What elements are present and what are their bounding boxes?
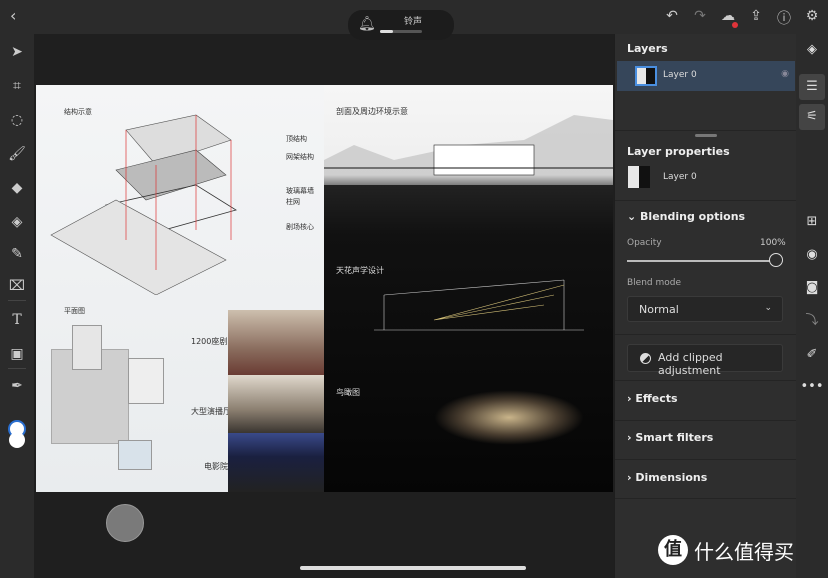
blending-options-header[interactable]: ⌄ Blending options xyxy=(627,210,745,223)
acoustic-section-drawing xyxy=(374,279,584,331)
layers-panel: Layers Layer 0 ◉ Layer properties Layer … xyxy=(614,34,797,578)
home-indicator xyxy=(300,566,526,570)
settings-icon[interactable]: ⚙ xyxy=(804,8,820,28)
transform-icon[interactable]: ⌗ xyxy=(0,78,34,94)
section-drawing xyxy=(324,115,613,185)
touch-shortcut-button[interactable] xyxy=(106,504,144,542)
structure-label: 网架结构 xyxy=(286,153,314,161)
layer-thumbnail xyxy=(635,66,657,86)
crop-icon[interactable]: ⌧ xyxy=(0,278,34,294)
document-image: 结构示意 顶结构 网架结构 玻璃幕墙 柱网 剧场核心 平面图 1200座剧院 大… xyxy=(36,85,613,492)
blend-mode-select[interactable]: Normal ⌄ xyxy=(627,296,783,322)
cloud-sync-error-icon[interactable]: ☁ xyxy=(720,8,738,28)
ringer-hud: 🔔︎ 铃声 xyxy=(348,10,454,40)
layers-icon[interactable]: ◈ xyxy=(799,37,825,63)
healing-icon[interactable]: ✎ xyxy=(0,246,34,262)
chevron-down-icon: ⌄ xyxy=(764,303,772,313)
cinema-photo xyxy=(228,433,324,492)
watermark-logo: 值 xyxy=(658,535,688,565)
watermark: 值什么值得买 xyxy=(658,535,794,565)
error-badge xyxy=(732,22,738,28)
left-toolbar: ➤ ⌗ ◌ 🖌︎ ◆ ◈ ✎ ⌧ T ▣ ✒ xyxy=(0,34,34,578)
chevron-down-icon: ⌄ xyxy=(627,210,641,223)
eraser-icon[interactable]: ◆ xyxy=(0,180,34,196)
opacity-slider-knob[interactable] xyxy=(769,253,783,267)
layer-properties-title: Layer properties xyxy=(627,145,730,158)
type-icon[interactable]: T xyxy=(0,312,34,328)
structure-label: 顶结构 xyxy=(286,135,307,143)
opacity-label: Opacity xyxy=(627,238,662,248)
plan-title: 平面图 xyxy=(64,307,85,315)
place-image-icon[interactable]: ▣ xyxy=(0,346,34,362)
help-icon[interactable]: ⓘ xyxy=(776,8,792,28)
fx-icon[interactable]: ✐ xyxy=(799,342,825,368)
structure-label: 玻璃幕墙 xyxy=(286,187,314,195)
right-strip: ◈ ☰ ⚟ ⊞ ◉ ◙ ⤵ ✐ ••• xyxy=(796,34,828,578)
photo-label: 电影院 xyxy=(204,462,228,471)
mask-icon[interactable]: ◙ xyxy=(799,275,825,301)
adjustments-icon[interactable]: ⚟ xyxy=(799,104,825,130)
ringer-volume-bar xyxy=(380,30,422,33)
layer-properties-icon[interactable]: ☰ xyxy=(799,74,825,100)
opacity-slider[interactable] xyxy=(627,260,777,262)
structure-label: 柱网 xyxy=(286,198,300,206)
chevron-left-icon[interactable]: ‹ xyxy=(10,6,16,25)
color-swatch-background[interactable] xyxy=(9,432,25,448)
share-icon[interactable]: ⇪ xyxy=(748,8,764,28)
panel-resize-handle[interactable] xyxy=(695,134,717,137)
undo-icon[interactable]: ↶ xyxy=(664,8,680,28)
theater-photo xyxy=(228,310,324,375)
blend-mode-label: Blend mode xyxy=(627,278,682,288)
visibility-icon[interactable]: ◉ xyxy=(799,242,825,268)
photo-label: 大型演播厅 xyxy=(191,407,231,416)
aerial-title: 鸟瞰图 xyxy=(336,388,360,397)
add-layer-icon[interactable]: ⊞ xyxy=(799,209,825,235)
redo-icon[interactable]: ↷ xyxy=(692,8,708,28)
brush-icon[interactable]: 🖌︎ xyxy=(0,146,34,162)
effects-section[interactable]: › Effects xyxy=(627,392,678,405)
layer-row[interactable]: Layer 0 ◉ xyxy=(617,61,795,91)
studio-photo xyxy=(228,375,324,433)
visibility-eye-icon[interactable]: ◉ xyxy=(781,69,789,79)
clip-icon[interactable]: ⤵ xyxy=(799,308,825,334)
layers-title: Layers xyxy=(627,42,668,55)
smart-filters-section[interactable]: › Smart filters xyxy=(627,431,713,444)
more-icon[interactable]: ••• xyxy=(799,374,825,400)
lasso-icon[interactable]: ◌ xyxy=(0,112,34,128)
opacity-value: 100% xyxy=(760,238,786,248)
bell-icon: 🔔︎ xyxy=(358,16,376,32)
layer-name: Layer 0 xyxy=(663,70,697,80)
layer-properties-name: Layer 0 xyxy=(663,172,697,182)
structure-diagram xyxy=(50,114,237,295)
fill-icon[interactable]: ◈ xyxy=(0,214,34,230)
ringer-label: 铃声 xyxy=(404,17,423,27)
canvas-area[interactable]: 结构示意 顶结构 网架结构 玻璃幕墙 柱网 剧场核心 平面图 1200座剧院 大… xyxy=(34,34,614,578)
dimensions-section[interactable]: › Dimensions xyxy=(627,471,707,484)
eyedropper-icon[interactable]: ✒ xyxy=(0,378,34,394)
layer-properties-thumbnail xyxy=(628,166,650,188)
select-icon[interactable]: ➤ xyxy=(0,44,34,60)
adjustment-icon xyxy=(640,353,651,364)
aerial-render xyxy=(434,390,584,445)
add-clipped-adjustment-button[interactable]: Add clipped adjustment xyxy=(627,344,783,377)
structure-label: 剧场核心 xyxy=(286,223,314,231)
